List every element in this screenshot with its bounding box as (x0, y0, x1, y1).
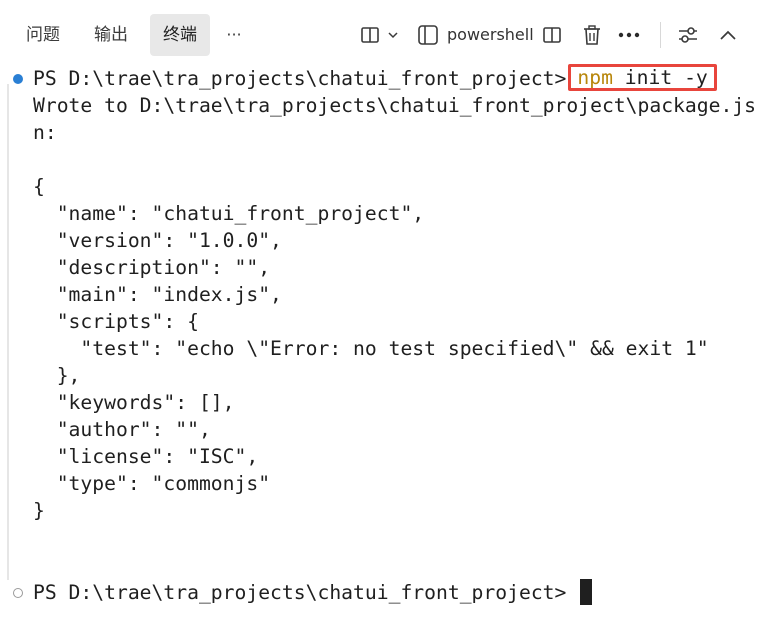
command-success-decoration-icon[interactable] (13, 74, 23, 84)
split-layout-icon[interactable] (358, 22, 382, 48)
command-gutter-line (7, 84, 9, 580)
terminal-cursor (580, 578, 593, 605)
terminal-output-line: "main": "index.js", (33, 283, 282, 306)
terminal-output-line: "scripts": { (33, 310, 199, 333)
settings-sliders-icon[interactable] (676, 22, 700, 48)
terminal-output-line: { (33, 175, 45, 198)
tab-overflow-menu[interactable]: ··· (218, 14, 250, 56)
command-npm: npm (577, 66, 613, 89)
terminal-output-line: "test": "echo \"Error: no test specified… (33, 337, 709, 360)
command-pending-decoration-icon[interactable] (13, 588, 23, 598)
terminal-panel-icon[interactable] (415, 22, 441, 48)
split-terminal-icon[interactable] (540, 22, 564, 48)
terminal-output-line: "version": "1.0.0", (33, 229, 282, 252)
terminal-output-line: "description": "", (33, 256, 271, 279)
more-actions-icon[interactable] (616, 22, 642, 48)
terminal-output-line: } (33, 499, 45, 522)
command-args: init -y (612, 66, 708, 89)
terminal-output-area[interactable]: PS D:\trae\tra_projects\chatui_front_pro… (0, 62, 759, 630)
terminal-shell-name[interactable]: powershell (447, 22, 534, 48)
chevron-up-icon[interactable] (716, 22, 740, 48)
terminal-prompt-line: PS D:\trae\tra_projects\chatui_front_pro… (33, 64, 717, 92)
terminal-output-line: Wrote to D:\trae\tra_projects\chatui_fro… (33, 94, 757, 117)
trash-icon[interactable] (580, 22, 604, 48)
terminal-output-line: "name": "chatui_front_project", (33, 202, 425, 225)
terminal-output-line: n: (33, 121, 57, 144)
tab-terminal[interactable]: 终端 (150, 14, 210, 56)
toolbar-divider (660, 22, 661, 48)
prompt-text: PS D:\trae\tra_projects\chatui_front_pro… (33, 67, 567, 90)
panel-header: 问题 输出 终端 ··· powershell (0, 0, 759, 62)
terminal-output-line: "author": "", (33, 418, 211, 441)
terminal-output-line: "type": "commonjs" (33, 472, 271, 495)
chevron-down-icon[interactable] (384, 22, 402, 48)
terminal-prompt-line: PS D:\trae\tra_projects\chatui_front_pro… (33, 578, 593, 606)
terminal-output-line: "license": "ISC", (33, 445, 259, 468)
prompt-text: PS D:\trae\tra_projects\chatui_front_pro… (33, 581, 567, 604)
terminal-output-line: "keywords": [], (33, 391, 235, 414)
tab-problems[interactable]: 问题 (14, 14, 72, 56)
highlighted-command: npm init -y (568, 64, 717, 91)
terminal-output-line: }, (33, 364, 81, 387)
tab-output[interactable]: 输出 (82, 14, 140, 56)
